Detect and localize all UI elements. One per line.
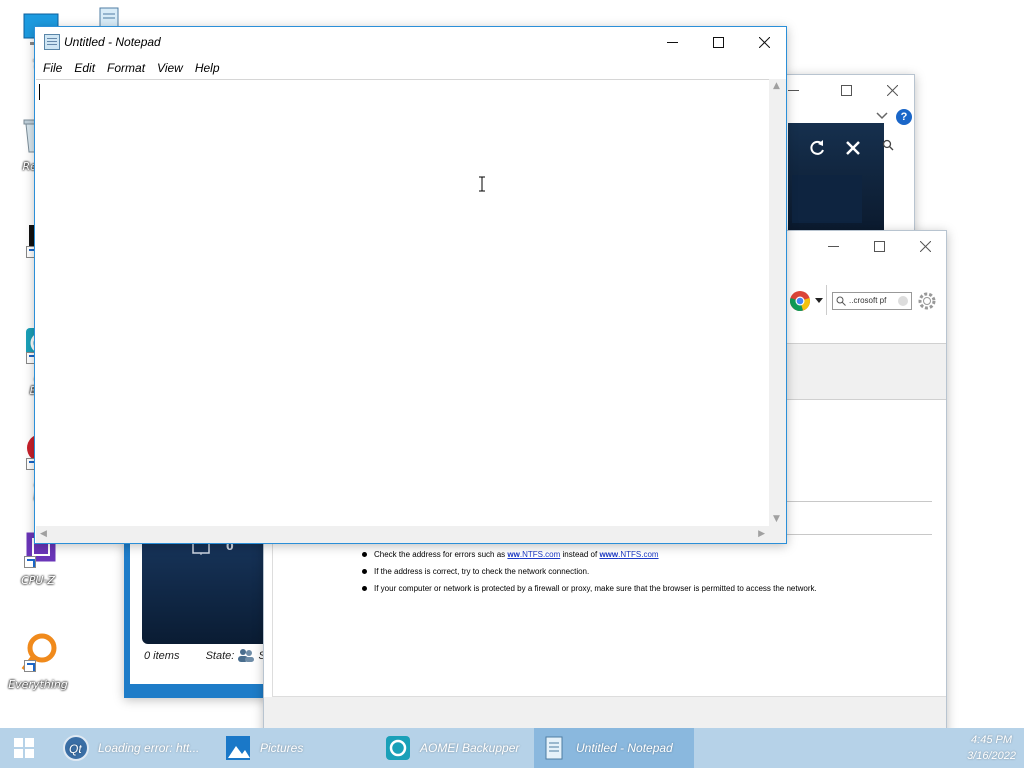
desktop-icon-label: CPU-Z [21, 574, 55, 587]
taskbar-item-pictures[interactable]: Pictures [218, 728, 368, 768]
suggestion-text: Check the address for errors such as [374, 550, 508, 559]
items-count: 0 items [144, 650, 180, 662]
monitor-icon [192, 542, 210, 555]
clear-search-icon[interactable] [898, 296, 908, 306]
taskbar-item-aomei[interactable]: AOMEI Backupper [378, 728, 530, 768]
close-icon[interactable] [846, 141, 860, 155]
menu-view[interactable]: View [151, 61, 189, 75]
start-button[interactable] [0, 728, 48, 768]
suggestion-text: If your computer or network is protected… [374, 584, 817, 593]
background-window-upper[interactable]: ? [785, 74, 915, 234]
users-icon [238, 649, 255, 662]
menu-help[interactable]: Help [189, 61, 226, 75]
search-icon [836, 296, 846, 306]
pictures-icon [226, 736, 250, 760]
system-clock[interactable]: 4:45 PM 3/16/2022 [967, 732, 1016, 764]
shortcut-arrow-icon [24, 556, 36, 568]
list-item: If your computer or network is protected… [360, 583, 817, 600]
search-icon[interactable] [882, 139, 894, 151]
link-part: .NTFS.com [519, 550, 561, 559]
correct-link[interactable]: www.NTFS.com [599, 550, 658, 559]
list-item: If the address is correct, try to check … [360, 566, 817, 583]
list-item: Check the address for errors such as ww.… [360, 549, 817, 566]
scroll-left-icon[interactable]: ◀ [40, 529, 47, 539]
menu-edit[interactable]: Edit [68, 61, 101, 75]
scroll-right-icon[interactable]: ▶ [758, 529, 765, 539]
settings-gear-icon[interactable] [916, 290, 938, 312]
close-button[interactable] [902, 231, 948, 261]
everything-search-icon [16, 630, 60, 674]
aomei-content: 0 0 items State: Sh [130, 540, 272, 684]
size-grip[interactable] [769, 526, 786, 543]
search-text: ..crosoft pf [849, 296, 887, 305]
aomei-backupper-icon [386, 736, 410, 760]
taskbar-item-label: Pictures [260, 741, 304, 755]
browser-search-box[interactable]: ..crosoft pf [832, 292, 912, 310]
menu-file[interactable]: File [37, 61, 68, 75]
refresh-icon[interactable] [808, 139, 826, 157]
windows-logo-icon [14, 738, 34, 758]
taskbar: Qt Loading error: htt... Pictures AOMEI … [0, 728, 1024, 768]
menu-bar: File Edit Format View Help [35, 57, 786, 79]
dropdown-arrow-icon[interactable] [815, 298, 823, 303]
scroll-up-icon[interactable]: ▲ [773, 81, 780, 91]
desktop-icon-label: Everything [8, 678, 68, 691]
help-icon[interactable]: ? [896, 109, 912, 125]
menu-format[interactable]: Format [101, 61, 151, 75]
toolbar-divider [826, 285, 827, 315]
shortcut-arrow-icon [24, 660, 36, 672]
chevron-down-icon[interactable] [876, 111, 888, 121]
notepad-text-area[interactable] [36, 79, 769, 526]
clock-date: 3/16/2022 [967, 750, 1016, 762]
notepad-icon [44, 34, 60, 50]
svg-text:Qt: Qt [69, 742, 82, 756]
desktop-icon-everything[interactable]: Everything [6, 630, 70, 691]
minimize-button[interactable] [649, 27, 695, 57]
example-link[interactable]: ww.NTFS.com [507, 550, 560, 559]
link-part: .NTFS.com [618, 550, 659, 559]
taskbar-item-label: Loading error: htt... [98, 741, 200, 755]
clock-time: 4:45 PM [971, 734, 1013, 746]
taskbar-item-browser[interactable]: Qt Loading error: htt... [56, 728, 206, 768]
error-suggestion-list: Check the address for errors such as ww.… [360, 549, 817, 600]
notepad-icon [545, 736, 563, 760]
window-title: Untitled - Notepad [64, 35, 161, 49]
close-button[interactable] [869, 75, 915, 105]
close-button[interactable] [741, 27, 787, 57]
horizontal-scrollbar[interactable]: ◀ ▶ [36, 526, 769, 543]
maximize-button[interactable] [856, 231, 902, 261]
aomei-status-bar: 0 items State: Sh [144, 648, 272, 662]
suggestion-text: instead of [560, 550, 600, 559]
suggestion-text: If the address is correct, try to check … [374, 567, 590, 576]
page-divider [784, 501, 932, 502]
minimize-button[interactable] [810, 231, 856, 261]
scroll-down-icon[interactable]: ▼ [773, 514, 780, 524]
text-caret [39, 84, 40, 100]
window-caption[interactable] [786, 75, 914, 105]
aomei-dark-panel: 0 [142, 540, 263, 644]
maximize-button[interactable] [695, 27, 741, 57]
notepad-title-bar[interactable]: Untitled - Notepad [35, 27, 786, 57]
taskbar-item-label: AOMEI Backupper [420, 741, 520, 755]
taskbar-item-label: Untitled - Notepad [576, 741, 673, 755]
aomei-backupper-window[interactable]: 0 0 items State: Sh [124, 540, 272, 698]
state-label: State: [205, 650, 235, 662]
maximize-button[interactable] [823, 75, 869, 105]
taskbar-item-notepad[interactable]: Untitled - Notepad [534, 728, 694, 768]
panel-area [792, 175, 862, 223]
vertical-scrollbar[interactable]: ▲ ▼ [769, 79, 786, 526]
chrome-browser-icon[interactable] [789, 290, 811, 312]
link-part: www [599, 550, 619, 559]
ibeam-cursor-icon [479, 176, 485, 192]
link-part: ww [507, 550, 520, 559]
qt-browser-icon: Qt [63, 735, 89, 761]
notepad-window[interactable]: Untitled - Notepad File Edit Format View… [34, 26, 787, 544]
dark-dialog-panel [788, 123, 884, 233]
page-divider [784, 534, 932, 535]
